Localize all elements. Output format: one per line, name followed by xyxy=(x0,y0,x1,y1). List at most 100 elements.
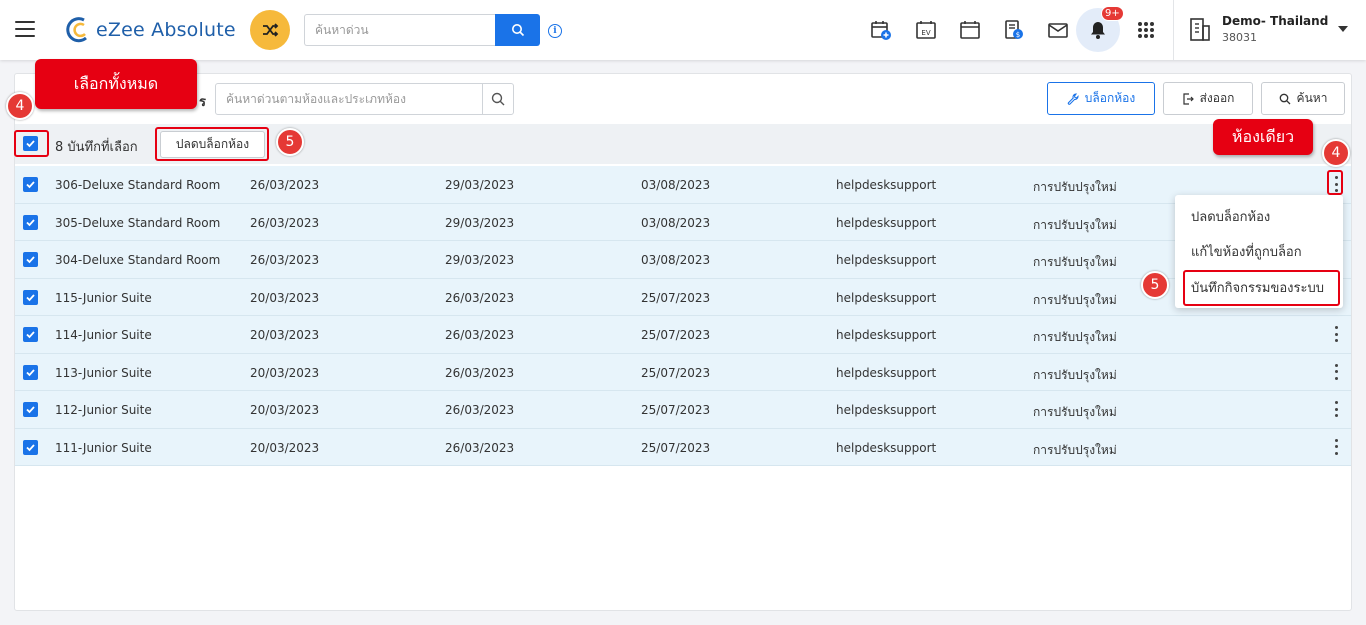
block-from-date: 20/03/2023 xyxy=(250,290,320,305)
block-to-date: 26/03/2023 xyxy=(445,440,515,455)
table-row[interactable]: 113-Junior Suite 20/03/2023 26/03/2023 25/0… xyxy=(15,353,1351,391)
row-checkbox[interactable] xyxy=(23,364,38,380)
checkmark-icon xyxy=(26,256,35,264)
room-name: 305-Deluxe Standard Room xyxy=(55,215,221,230)
divider xyxy=(1173,0,1174,60)
apps-grid-icon[interactable] xyxy=(1138,22,1154,38)
room-name: 115-Junior Suite xyxy=(55,290,152,305)
row-checkbox[interactable] xyxy=(23,177,38,192)
highlight-row-menu xyxy=(1327,170,1343,195)
menu-icon[interactable] xyxy=(15,21,35,37)
ev-calendar-icon[interactable]: EV xyxy=(915,19,937,41)
block-to-date: 26/03/2023 xyxy=(445,290,515,305)
row-more-icon[interactable] xyxy=(1331,326,1341,342)
highlight-bulk-unblock xyxy=(155,127,269,161)
hotel-dropdown-caret-icon[interactable] xyxy=(1338,26,1348,32)
row-checkbox[interactable] xyxy=(23,289,38,305)
search-icon xyxy=(491,92,505,106)
blocked-on-date: 25/07/2023 xyxy=(641,365,711,380)
menu-item-edit-blocked[interactable]: แก้ไขห้องที่ถูกบล็อก xyxy=(1191,241,1302,262)
block-to-date: 26/03/2023 xyxy=(445,365,515,380)
block-reason: การปรับปรุงใหม่ xyxy=(1033,442,1117,457)
search-label: ค้นหา xyxy=(1296,91,1328,105)
block-from-date: 26/03/2023 xyxy=(250,253,320,267)
blocked-on-date: 25/07/2023 xyxy=(641,440,711,455)
top-bar: eZee Absolute ค้นหาด่วน i EV $ 9+ Demo- … xyxy=(0,0,1366,60)
export-button[interactable]: ส่งออก xyxy=(1163,82,1253,115)
export-label: ส่งออก xyxy=(1199,91,1235,105)
block-to-date: 29/03/2023 xyxy=(445,178,515,192)
row-more-icon[interactable] xyxy=(1331,438,1341,455)
block-to-date: 29/03/2023 xyxy=(445,215,515,230)
bell-icon xyxy=(1091,22,1105,39)
wrench-icon xyxy=(1067,92,1079,105)
quick-search-button[interactable] xyxy=(495,14,540,46)
highlight-select-all xyxy=(14,130,49,157)
block-room-label: บล็อกห้อง xyxy=(1084,91,1136,105)
blocked-on-date: 03/08/2023 xyxy=(641,215,711,230)
hotel-name: Demo- Thailand xyxy=(1222,14,1329,28)
room-name: 111-Junior Suite xyxy=(55,440,152,455)
svg-text:EV: EV xyxy=(921,29,930,37)
block-from-date: 20/03/2023 xyxy=(250,365,320,380)
shuffle-icon xyxy=(263,23,279,37)
table-row[interactable]: 114-Junior Suite 20/03/2023 26/03/2023 25/0… xyxy=(15,316,1351,354)
menu-item-unblock[interactable]: ปลดบล็อกห้อง xyxy=(1191,206,1270,227)
row-checkbox[interactable] xyxy=(23,252,38,267)
notification-badge: 9+ xyxy=(1101,6,1124,21)
callout-select-all: เลือกทั้งหมด xyxy=(35,59,197,109)
block-from-date: 26/03/2023 xyxy=(250,215,320,230)
blocked-by-user: helpdesksupport xyxy=(836,440,937,455)
block-reason: การปรับปรุงใหม่ xyxy=(1033,292,1117,307)
row-checkbox[interactable] xyxy=(23,402,38,417)
building-icon xyxy=(1190,18,1210,41)
table-row[interactable]: 305-Deluxe Standard Room 26/03/2023 29/03/… xyxy=(15,203,1351,241)
room-name: 112-Junior Suite xyxy=(55,403,152,417)
room-search-input[interactable]: ค้นหาด่วนตามห้องและประเภทห้อง xyxy=(215,83,483,115)
blocked-on-date: 03/08/2023 xyxy=(641,253,711,267)
block-from-date: 20/03/2023 xyxy=(250,328,320,342)
block-from-date: 26/03/2023 xyxy=(250,178,320,192)
row-more-icon[interactable] xyxy=(1331,401,1341,417)
room-name: 306-Deluxe Standard Room xyxy=(55,178,221,192)
calendar-icon[interactable] xyxy=(959,19,981,41)
table-row[interactable]: 112-Junior Suite 20/03/2023 26/03/2023 25/0… xyxy=(15,391,1351,429)
block-room-button[interactable]: บล็อกห้อง xyxy=(1047,82,1155,115)
billing-icon[interactable]: $ xyxy=(1003,19,1025,41)
block-from-date: 20/03/2023 xyxy=(250,440,320,455)
hotel-selector[interactable]: Demo- Thailand 38031 xyxy=(1188,14,1328,44)
quick-search-input[interactable]: ค้นหาด่วน xyxy=(304,14,496,46)
mail-icon[interactable] xyxy=(1047,19,1069,41)
logo-icon xyxy=(66,17,87,43)
row-more-icon[interactable] xyxy=(1331,363,1341,380)
blocked-by-user: helpdesksupport xyxy=(836,365,937,380)
block-to-date: 29/03/2023 xyxy=(445,253,515,267)
blocked-by-user: helpdesksupport xyxy=(836,290,937,305)
block-reason: การปรับปรุงใหม่ xyxy=(1033,217,1117,232)
row-checkbox[interactable] xyxy=(23,214,38,230)
block-reason: การปรับปรุงใหม่ xyxy=(1033,330,1117,344)
add-reservation-icon[interactable] xyxy=(870,19,892,41)
filter-label: ร xyxy=(199,95,206,110)
checkmark-icon xyxy=(26,181,35,189)
selected-count: 8 บันทึกที่เลือก xyxy=(55,140,138,155)
row-checkbox[interactable] xyxy=(23,439,38,455)
export-icon xyxy=(1182,92,1194,105)
table-row[interactable]: 111-Junior Suite 20/03/2023 26/03/2023 25/0… xyxy=(15,428,1351,466)
search-icon xyxy=(1279,93,1291,104)
blocked-on-date: 25/07/2023 xyxy=(641,403,711,417)
step-badge-5: 5 xyxy=(1141,271,1169,299)
table-row[interactable]: 306-Deluxe Standard Room 26/03/2023 29/03/… xyxy=(15,166,1351,204)
blocked-by-user: helpdesksupport xyxy=(836,403,937,417)
app-logo[interactable]: eZee Absolute xyxy=(64,15,236,45)
search-button[interactable]: ค้นหา xyxy=(1261,82,1345,115)
checkmark-icon xyxy=(26,293,35,301)
room-name: 114-Junior Suite xyxy=(55,328,152,342)
block-reason: การปรับปรุงใหม่ xyxy=(1033,367,1117,382)
room-search-button[interactable] xyxy=(482,83,514,115)
blocked-rooms-table: 306-Deluxe Standard Room 26/03/2023 29/03/… xyxy=(15,166,1351,466)
hotel-code: 38031 xyxy=(1222,31,1257,44)
shuffle-button[interactable] xyxy=(250,10,290,50)
info-icon[interactable]: i xyxy=(548,24,562,38)
row-checkbox[interactable] xyxy=(23,327,38,342)
